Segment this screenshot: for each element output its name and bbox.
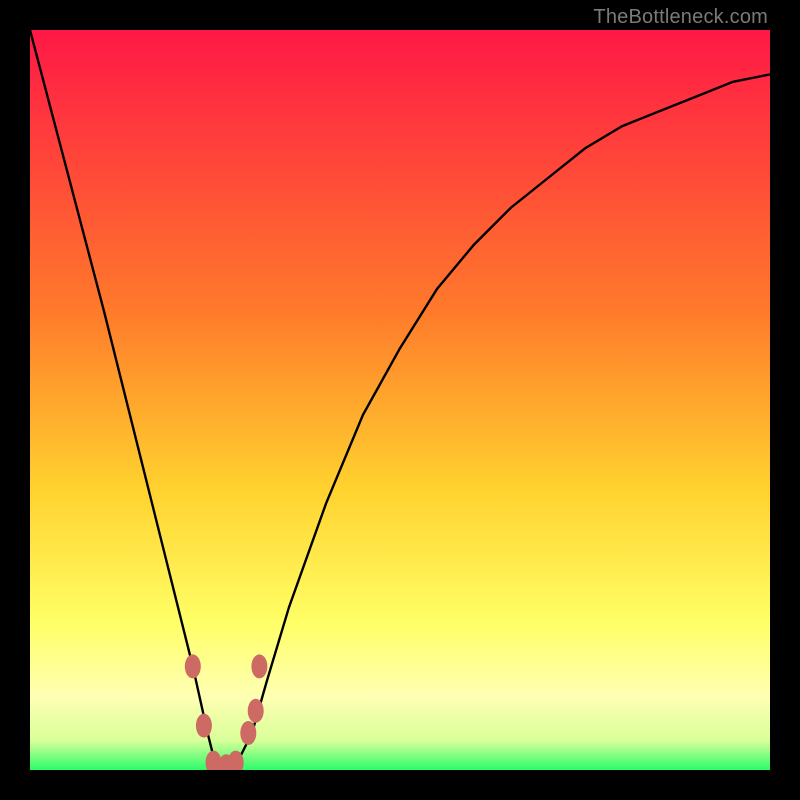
plot-area [30,30,770,770]
chart-frame: TheBottleneck.com [0,0,800,800]
watermark-text: TheBottleneck.com [593,6,768,29]
curve-marker [251,654,267,678]
curve-marker [240,721,256,745]
curve-marker [196,714,212,738]
curve-marker [185,654,201,678]
curve-marker [248,699,264,723]
bottleneck-curve [30,30,770,770]
